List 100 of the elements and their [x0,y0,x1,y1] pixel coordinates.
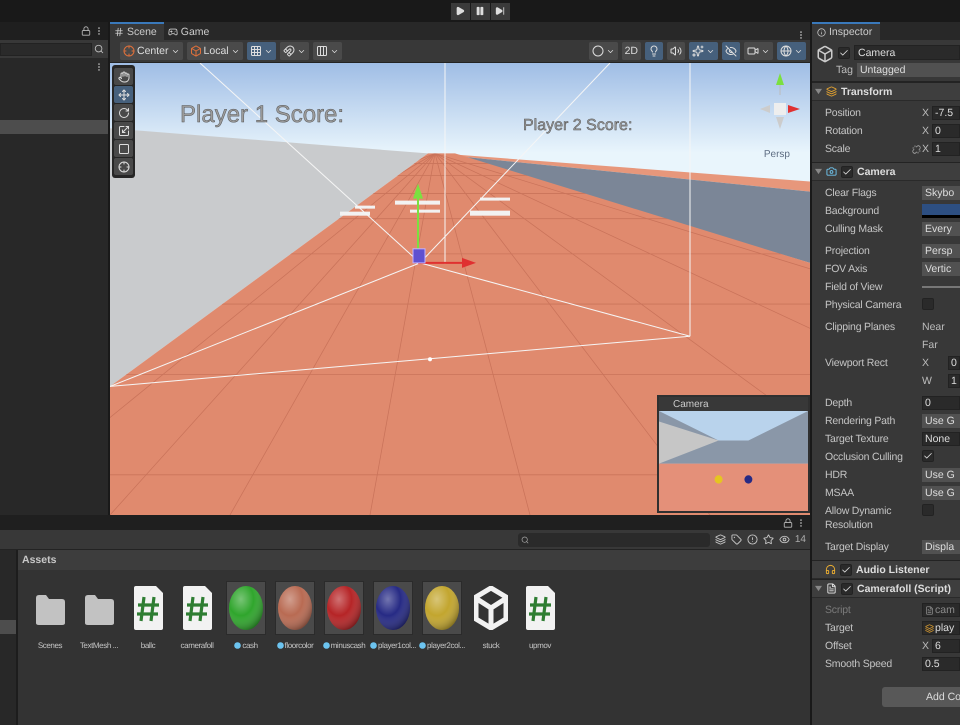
field-label: Position [825,106,862,120]
script-file-icon [181,585,213,631]
projection-label[interactable]: Persp [764,149,790,160]
asset-name[interactable]: Scenes [38,641,62,650]
effects-dropdown[interactable] [689,42,718,60]
dropdown-field[interactable]: Use G [922,414,960,428]
number-field[interactable]: -7.5 [932,106,960,120]
asset-name[interactable]: player2col... [427,641,465,650]
axis-label: X [922,106,930,120]
dropdown-field[interactable]: Persp [922,244,960,258]
inspector-tab[interactable]: Inspector [812,22,880,40]
favorite-icon[interactable] [762,534,774,545]
view-tool-button[interactable] [114,68,133,85]
asset-name[interactable]: upmov [528,641,551,650]
search-icon[interactable] [94,44,104,54]
square-icon [118,142,130,154]
score-label: Player 1 Score: [180,101,344,129]
name-field[interactable]: Camera [854,45,960,60]
view-tab[interactable]: Game [164,22,216,40]
collapse-arrow-icon[interactable] [815,88,822,95]
color-swatch[interactable] [922,204,960,218]
hidden-count: 14 [794,534,806,545]
visibility-icon[interactable] [778,534,790,545]
document-icon [826,583,837,594]
camera-dropdown[interactable] [744,42,773,60]
checkbox[interactable] [841,582,853,594]
layers-icon [826,86,837,97]
dropdown-field[interactable]: Displa [922,540,960,554]
increment-snap-dropdown[interactable] [280,42,309,60]
shading-dropdown[interactable] [588,42,618,60]
move-tool-button[interactable] [114,86,133,103]
unlink-icon[interactable] [912,145,920,154]
dropdown-field[interactable]: Use G [922,468,960,482]
search-field[interactable] [518,532,710,546]
scale-tool-button[interactable] [114,122,133,139]
number-field[interactable]: 1 [948,374,960,388]
pause-icon [475,6,485,16]
asset-name[interactable]: cash [242,641,258,650]
component-header[interactable]: Camerafoll (Script) [812,579,960,598]
visibility-toggle[interactable] [722,42,740,60]
view-tab[interactable]: Scene [110,22,164,40]
scale-icon [118,124,130,136]
field-label: Target Display [825,540,890,554]
asset-name[interactable]: minuscash [330,641,366,650]
number-field[interactable]: 0 [948,356,960,370]
number-field[interactable]: 0 [922,396,960,410]
number-field[interactable]: 0 [932,124,960,138]
lock-icon[interactable] [81,26,91,36]
transform-tool-button[interactable] [114,158,133,175]
lock-icon[interactable] [783,518,793,528]
asset-name[interactable]: floorcolor [284,641,314,650]
object-field[interactable]: None [922,432,960,446]
checkbox[interactable] [922,450,934,462]
gizmos-dropdown[interactable] [777,42,806,60]
lighting-toggle[interactable] [645,42,663,60]
dropdown-field[interactable]: Skybo [922,186,960,200]
filter-icon[interactable] [714,534,726,545]
mode2d-toggle[interactable]: 2D [622,42,641,60]
asset-name[interactable]: ballc [140,641,156,650]
component-header[interactable]: Audio Listener [812,560,960,579]
dropdown-field[interactable]: Vertic [922,262,960,276]
dropdown-field[interactable]: Use G [922,486,960,500]
asset-name[interactable]: TextMesh ... [80,641,118,650]
field-label: MSAA [825,486,855,500]
axis-label: Near [922,320,946,334]
asset-name[interactable]: player1col... [378,641,416,650]
space-dropdown[interactable]: Local [186,42,243,60]
rotate-tool-button[interactable] [114,104,133,121]
checkbox[interactable] [838,46,850,58]
grid-snap-dropdown[interactable] [246,42,276,60]
axis-label: W [922,374,933,388]
label-icon[interactable] [730,534,742,545]
dropdown-field[interactable]: Every [922,222,960,236]
warning-icon[interactable] [746,534,758,545]
collapse-arrow-icon[interactable] [815,585,822,592]
pause-button[interactable] [470,2,490,20]
asset-name[interactable]: camerafoll [180,641,214,650]
collapse-arrow-icon[interactable] [815,168,822,175]
pivot-dropdown[interactable]: Center [120,42,183,60]
field-label: Occlusion Culling [825,450,904,464]
breadcrumb[interactable]: Assets [18,550,810,570]
grid-dropdown[interactable] [312,42,342,60]
tag-dropdown[interactable]: Untagged [856,63,960,77]
axis-label: X [922,356,930,370]
hash-icon [114,27,124,37]
checkbox[interactable] [841,166,853,178]
checkbox[interactable] [840,564,852,576]
field-label: Offset [825,639,853,653]
number-field[interactable]: 0.5 [922,657,960,671]
step-button[interactable] [490,2,510,20]
play-button[interactable] [450,2,470,20]
number-field[interactable]: 1 [932,142,960,156]
object-field[interactable]: play [922,621,960,635]
asset-name[interactable]: stuck [482,641,500,650]
columns-icon [316,45,328,57]
audio-toggle[interactable] [667,42,685,60]
number-field[interactable]: 6 [932,639,960,653]
component-header[interactable]: Transform [812,82,960,101]
component-header[interactable]: Camera [812,162,960,181]
rect-tool-button[interactable] [114,140,133,157]
